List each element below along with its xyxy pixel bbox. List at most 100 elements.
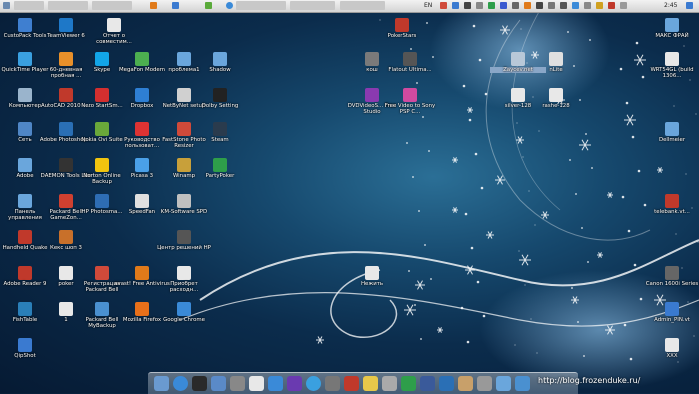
menubar-slot[interactable] bbox=[48, 1, 88, 10]
desktop-icon[interactable]: Кекс шоп 3 bbox=[44, 230, 88, 264]
star-dot-decor bbox=[482, 314, 486, 318]
snowflake-decor bbox=[495, 175, 505, 185]
star-dot-decor bbox=[627, 229, 631, 233]
watermark-text: http://blog.frozenduke.ru/ bbox=[538, 376, 641, 385]
desktop-icon[interactable]: Нежить bbox=[350, 266, 394, 300]
desktop-icon[interactable]: XXX bbox=[650, 338, 694, 372]
document-icon bbox=[665, 52, 679, 66]
volume-icon[interactable] bbox=[512, 2, 519, 9]
tray-icon[interactable] bbox=[536, 2, 543, 9]
desktop-icon[interactable]: Отчет о совместим... bbox=[92, 18, 136, 52]
trash-icon[interactable] bbox=[477, 376, 492, 391]
star-dot-decor bbox=[635, 41, 639, 45]
calculator-icon[interactable] bbox=[230, 376, 245, 391]
desktop-icon[interactable]: telebank.vt... bbox=[650, 194, 694, 228]
desktop-icon[interactable]: KM-Software SPD bbox=[161, 194, 207, 228]
itunes-icon[interactable] bbox=[287, 376, 302, 391]
language-indicator[interactable]: EN bbox=[424, 1, 432, 11]
tray-icon[interactable] bbox=[572, 2, 579, 9]
folder-icon[interactable] bbox=[496, 376, 511, 391]
tray-icon[interactable] bbox=[524, 2, 531, 9]
desktop-icon[interactable]: QipShot bbox=[3, 338, 47, 372]
taskbar-app-icon[interactable] bbox=[172, 2, 179, 9]
appstore-icon[interactable] bbox=[268, 376, 283, 391]
winamp-icon bbox=[177, 158, 191, 172]
monitor-icon[interactable] bbox=[192, 376, 207, 391]
chrome-icon[interactable] bbox=[226, 2, 233, 9]
document-icon bbox=[59, 302, 73, 316]
zaycev-icon bbox=[511, 52, 525, 66]
desktop-icon[interactable]: Google Chrome bbox=[162, 302, 206, 336]
menubar-slot[interactable] bbox=[14, 1, 44, 10]
clock[interactable]: 2:45 bbox=[664, 1, 677, 11]
utorrent-icon[interactable] bbox=[401, 376, 416, 391]
chrome-icon[interactable] bbox=[173, 376, 188, 391]
megafon-icon bbox=[135, 52, 149, 66]
desktop-icon[interactable]: Dolby Setting bbox=[198, 88, 242, 122]
web-icon[interactable] bbox=[515, 376, 530, 391]
notes-icon[interactable] bbox=[363, 376, 378, 391]
finder-icon[interactable] bbox=[154, 376, 169, 391]
star-dot-decor bbox=[466, 340, 470, 344]
nlite-icon bbox=[549, 52, 563, 66]
desktop-icon[interactable]: Steam bbox=[198, 122, 242, 156]
settings-icon[interactable] bbox=[382, 376, 397, 391]
taskbar-app-icon[interactable] bbox=[205, 2, 212, 9]
menubar-slot[interactable] bbox=[290, 1, 335, 10]
desktop-icon[interactable]: nLite bbox=[534, 52, 578, 86]
tray-icon[interactable] bbox=[584, 2, 591, 9]
menubar-slot[interactable] bbox=[92, 1, 132, 10]
document-icon bbox=[59, 266, 73, 280]
desktop-icon[interactable]: WRT54GL (build 1306... bbox=[650, 52, 694, 86]
desktop-icon[interactable]: TeamViewer 6 bbox=[44, 18, 88, 52]
textedit-icon[interactable] bbox=[249, 376, 264, 391]
tray-icon[interactable] bbox=[488, 2, 495, 9]
tray-icon[interactable] bbox=[440, 2, 447, 9]
desktop-icon[interactable]: PartyPoker bbox=[198, 158, 242, 192]
tray-icon[interactable] bbox=[620, 2, 627, 9]
star-dot-decor bbox=[424, 244, 426, 246]
desktop-icon[interactable]: rashe-128 bbox=[534, 88, 578, 122]
star-dot-decor bbox=[414, 304, 416, 306]
mybackup-icon bbox=[95, 302, 109, 316]
archive-icon[interactable] bbox=[458, 376, 473, 391]
snowflake-decor bbox=[404, 304, 416, 316]
app-icon[interactable] bbox=[3, 2, 10, 9]
desktop-icon[interactable]: Shadow bbox=[198, 52, 242, 86]
desktop-icon[interactable]: Admin_PIN.vt bbox=[650, 302, 694, 336]
desktop-icon[interactable]: Приобрет расходн... bbox=[162, 266, 206, 300]
desktop-icon[interactable]: МАКС ФРАЙ bbox=[650, 18, 694, 52]
lightroom-icon[interactable] bbox=[420, 376, 435, 391]
battery-icon[interactable] bbox=[560, 2, 567, 9]
star-dot-decor bbox=[571, 287, 573, 289]
desktop-icon[interactable]: PokerStars bbox=[380, 18, 424, 52]
mail-icon[interactable] bbox=[211, 376, 226, 391]
tools-icon[interactable] bbox=[325, 376, 340, 391]
desktop-icon[interactable]: Free Video to Sony PSP C... bbox=[385, 88, 435, 122]
desktop-icon[interactable]: Canon 1600i Series bbox=[646, 266, 698, 300]
desktop-icon[interactable]: Dellmeier bbox=[650, 122, 694, 156]
star-dot-decor bbox=[639, 297, 643, 301]
taskbar-app-icon[interactable] bbox=[150, 2, 157, 9]
tray-icon[interactable] bbox=[452, 2, 459, 9]
telebank-icon bbox=[665, 194, 679, 208]
folder-icon bbox=[665, 18, 679, 32]
autocad-icon bbox=[59, 88, 73, 102]
menubar-slot[interactable] bbox=[340, 1, 385, 10]
wifi-icon[interactable] bbox=[548, 2, 555, 9]
photoshop-icon[interactable] bbox=[439, 376, 454, 391]
desktop-icon-label: Canon 1600i Series bbox=[645, 281, 699, 287]
tray-icon[interactable] bbox=[476, 2, 483, 9]
star-dot-decor bbox=[432, 56, 434, 58]
tray-icon[interactable] bbox=[608, 2, 615, 9]
pokerstars-icon[interactable] bbox=[344, 376, 359, 391]
tray-icon[interactable] bbox=[596, 2, 603, 9]
star-dot-decor bbox=[534, 224, 536, 226]
desktop-icon[interactable]: Центр решений HP bbox=[157, 230, 211, 264]
tray-icon[interactable] bbox=[464, 2, 471, 9]
quicktime-icon[interactable] bbox=[306, 376, 321, 391]
bluetooth-icon[interactable] bbox=[500, 2, 507, 9]
menubar-slot[interactable] bbox=[236, 1, 286, 10]
spotlight-icon[interactable] bbox=[686, 2, 693, 9]
desktop-icon[interactable]: Flatout Ultima... bbox=[388, 52, 432, 86]
